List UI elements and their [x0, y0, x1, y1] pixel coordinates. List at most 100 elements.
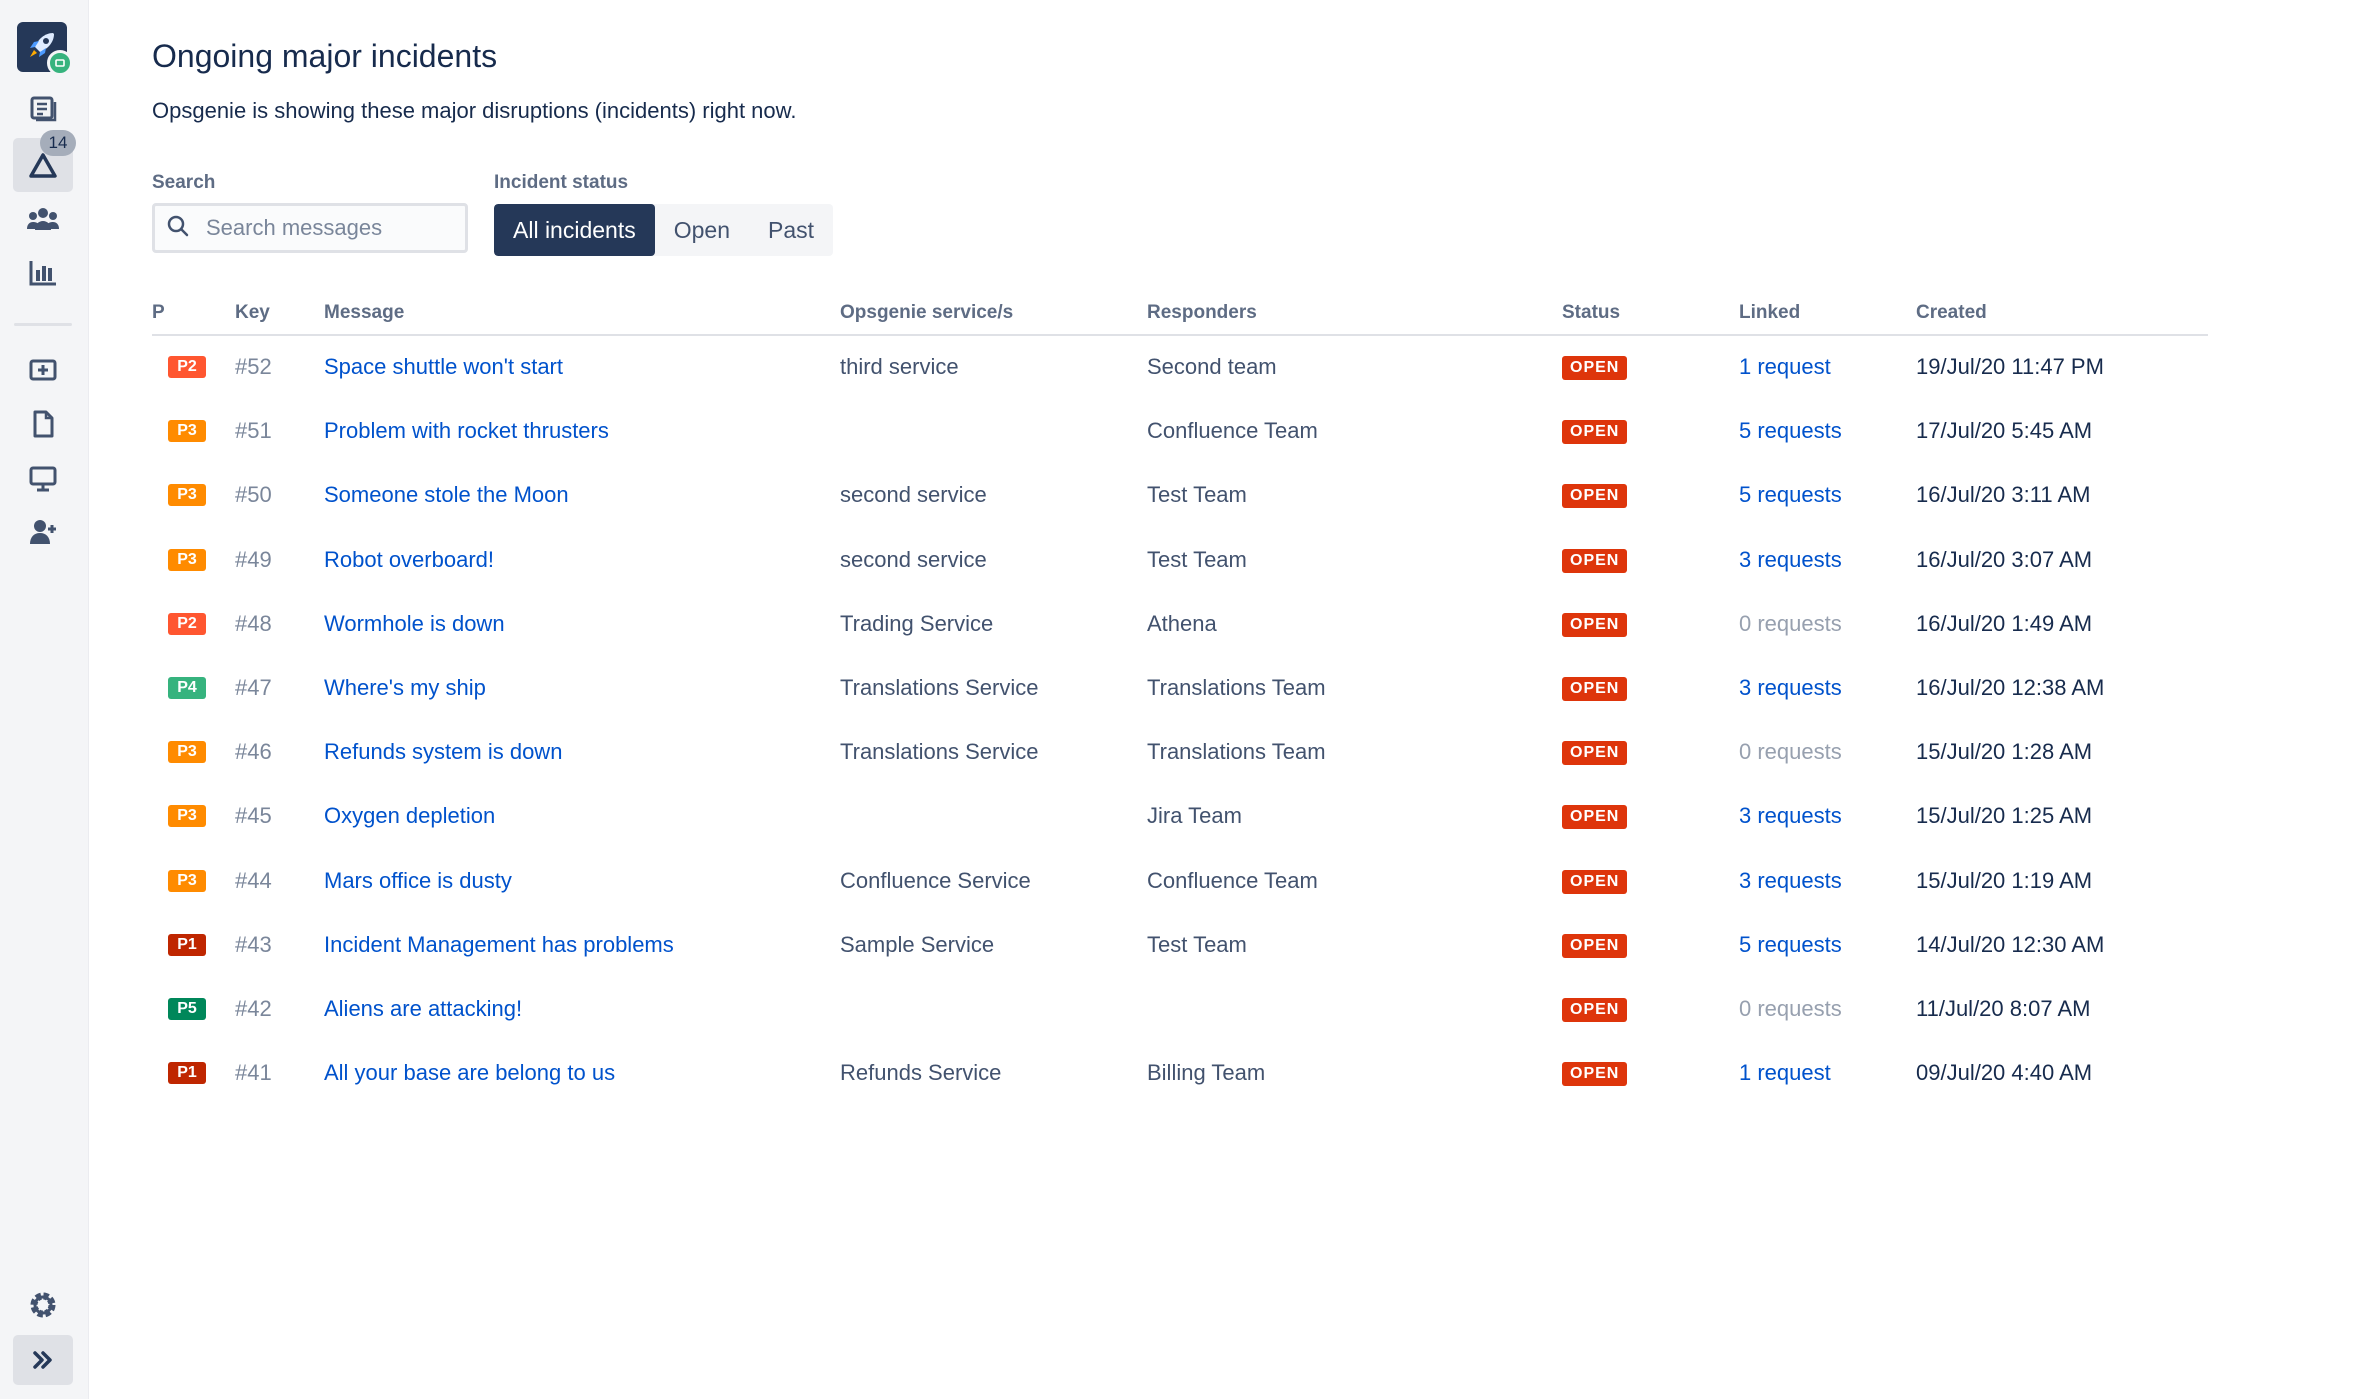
linked-requests-link[interactable]: 5 requests: [1739, 913, 1842, 977]
table-row[interactable]: P1 #41 All your base are belong to us Refun…: [152, 1041, 2208, 1105]
incident-key: #47: [235, 675, 272, 700]
header-responders[interactable]: Responders: [1147, 298, 1257, 328]
linked-requests-link[interactable]: 3 requests: [1739, 528, 1842, 592]
table-row[interactable]: P3 #49 Robot overboard! second service Test …: [152, 528, 2208, 592]
priority-badge: P4: [168, 677, 206, 699]
incident-responders: Second team: [1147, 354, 1277, 379]
table-row[interactable]: P4 #47 Where's my ship Translations Service…: [152, 656, 2208, 720]
sidebar-item-channels[interactable]: [13, 451, 73, 505]
incident-message-link[interactable]: Aliens are attacking!: [324, 977, 522, 1041]
incident-key: #42: [235, 996, 272, 1021]
sidebar-expand-button[interactable]: [13, 1335, 73, 1385]
incident-key: #46: [235, 739, 272, 765]
search-input[interactable]: [204, 214, 458, 242]
status-badge: OPEN: [1562, 998, 1628, 1022]
table-row[interactable]: P3 #44 Mars office is dusty Confluence Serv…: [152, 849, 2208, 913]
table-row[interactable]: P1 #43 Incident Management has problems Sam…: [152, 913, 2208, 977]
incident-message-link[interactable]: Mars office is dusty: [324, 849, 512, 913]
linked-requests-link[interactable]: 3 requests: [1739, 656, 1842, 720]
incident-message-link[interactable]: Refunds system is down: [324, 720, 562, 784]
incident-message-link[interactable]: Someone stole the Moon: [324, 463, 569, 527]
linked-requests-link[interactable]: 1 request: [1739, 1041, 1831, 1105]
table-row[interactable]: P3 #51 Problem with rocket thrusters Conflu…: [152, 399, 2208, 463]
incident-message-link[interactable]: Problem with rocket thrusters: [324, 399, 609, 463]
table-row[interactable]: P5 #42 Aliens are attacking! 11/Jul/20 8:07…: [152, 977, 2208, 1041]
table-row[interactable]: P2 #48 Wormhole is down Trading Service Athe…: [152, 592, 2208, 656]
header-status[interactable]: Status: [1562, 298, 1620, 328]
priority-badge: P3: [168, 548, 206, 571]
priority-badge: P1: [168, 1062, 206, 1085]
linked-requests-link[interactable]: 5 requests: [1739, 399, 1842, 463]
incident-responders: Athena: [1147, 610, 1217, 636]
linked-requests-link[interactable]: 5 requests: [1739, 463, 1842, 527]
incident-responders: Confluence Team: [1147, 867, 1318, 893]
incident-message-link[interactable]: Space shuttle won't start: [324, 335, 563, 399]
incident-responders: Test Team: [1147, 546, 1247, 572]
header-priority[interactable]: P: [152, 298, 165, 328]
incident-service: Refunds Service: [840, 1060, 1002, 1086]
incident-responders: Test Team: [1147, 931, 1247, 957]
sidebar-item-knowledge-base[interactable]: [13, 82, 73, 136]
search-icon: [155, 214, 190, 243]
status-badge: OPEN: [1562, 677, 1628, 701]
header-service[interactable]: Opsgenie service/s: [840, 298, 1013, 328]
table-row[interactable]: P3 #46 Refunds system is down Translations …: [152, 720, 2208, 784]
header-key[interactable]: Key: [235, 298, 270, 328]
filter-open[interactable]: Open: [655, 204, 749, 256]
incident-key: #49: [235, 546, 272, 572]
filter-all-incidents[interactable]: All incidents: [494, 204, 655, 256]
search-box[interactable]: [152, 203, 468, 253]
linked-requests-link[interactable]: 3 requests: [1739, 784, 1842, 848]
status-badge: OPEN: [1562, 869, 1628, 894]
status-badge: OPEN: [1562, 612, 1628, 637]
incident-service: Sample Service: [840, 931, 995, 957]
sidebar-divider: [14, 323, 72, 326]
incident-created: 15/Jul/20 1:28 AM: [1916, 739, 2093, 765]
priority-badge: P5: [168, 998, 206, 1020]
priority-badge: P3: [168, 420, 206, 443]
header-created[interactable]: Created: [1916, 298, 1987, 328]
priority-badge: P1: [168, 933, 206, 956]
chevron-double-right-icon: [30, 1347, 56, 1373]
incident-responders: Confluence Team: [1147, 418, 1318, 444]
incident-created: 16/Jul/20 3:11 AM: [1916, 482, 2091, 508]
incident-message-link[interactable]: Oxygen depletion: [324, 784, 495, 848]
incident-message-link[interactable]: Where's my ship: [324, 656, 486, 720]
sidebar: 14: [0, 0, 89, 1399]
sidebar-item-teams[interactable]: [13, 192, 73, 246]
incident-key: #41: [235, 1060, 272, 1086]
sidebar-item-invite[interactable]: [13, 505, 73, 559]
sidebar-item-pages[interactable]: [13, 397, 73, 451]
table-row[interactable]: P3 #45 Oxygen depletion Jira Team 15/Jul/20 …: [152, 784, 2208, 848]
header-linked[interactable]: Linked: [1739, 298, 1800, 328]
incident-status-filter: All incidents Open Past: [494, 204, 834, 256]
incident-responders: Translations Team: [1147, 739, 1326, 765]
sidebar-item-add-request[interactable]: [13, 343, 73, 397]
incident-service: second service: [840, 546, 987, 572]
sidebar-item-settings[interactable]: [13, 1278, 73, 1332]
bar-chart-icon: [28, 257, 58, 287]
incident-message-link[interactable]: Robot overboard!: [324, 528, 494, 592]
app-logo[interactable]: [17, 22, 73, 76]
incident-message-link[interactable]: All your base are belong to us: [324, 1041, 615, 1105]
status-badge: OPEN: [1562, 484, 1628, 509]
incident-service: third service: [840, 354, 959, 379]
incident-status-label: Incident status: [494, 172, 629, 193]
incident-message-link[interactable]: Incident Management has problems: [324, 913, 674, 977]
status-badge: OPEN: [1562, 356, 1628, 380]
table-row[interactable]: P2 #52 Space shuttle won't start third serv…: [152, 335, 2208, 399]
incident-service: second service: [840, 482, 987, 508]
linked-requests-link[interactable]: 3 requests: [1739, 849, 1842, 913]
sidebar-item-reports[interactable]: [13, 245, 73, 299]
gear-icon: [27, 1289, 59, 1321]
header-message[interactable]: Message: [324, 298, 404, 328]
incident-message-link[interactable]: Wormhole is down: [324, 592, 505, 656]
status-badge: OPEN: [1562, 420, 1628, 445]
incident-key: #50: [235, 482, 272, 508]
status-badge: OPEN: [1562, 933, 1628, 958]
linked-requests-link[interactable]: 1 request: [1739, 335, 1831, 399]
filter-past[interactable]: Past: [749, 204, 833, 256]
incident-created: 15/Jul/20 1:25 AM: [1916, 803, 2093, 829]
incident-service: Trading Service: [840, 610, 994, 636]
table-row[interactable]: P3 #50 Someone stole the Moon second servic…: [152, 463, 2208, 527]
